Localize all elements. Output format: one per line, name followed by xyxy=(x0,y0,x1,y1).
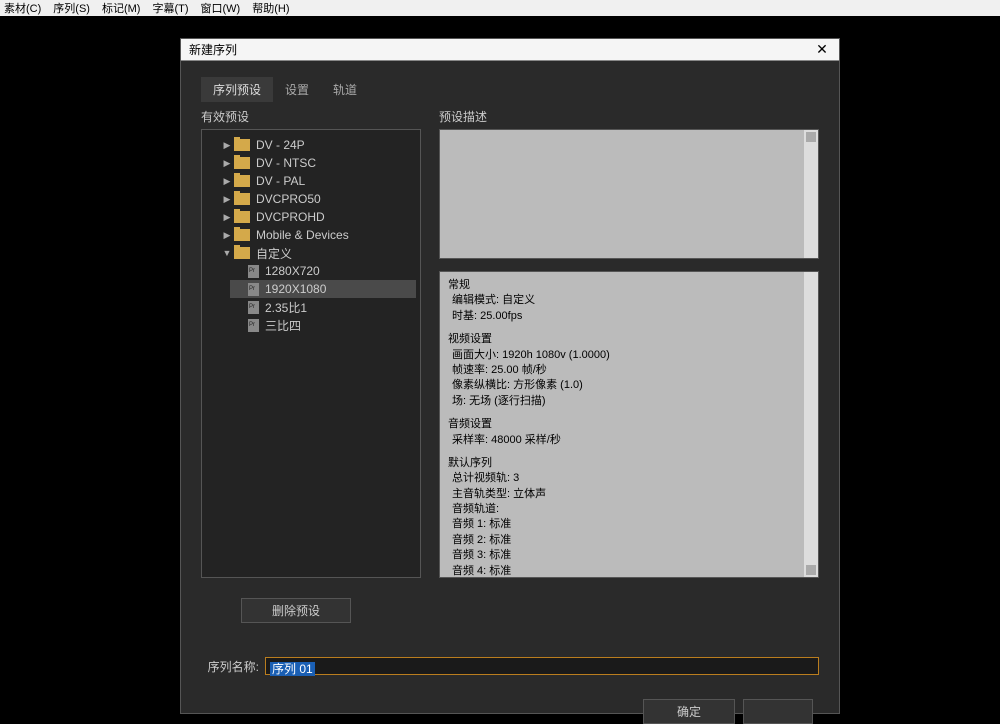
tree-folder[interactable]: ▶ DVCPROHD xyxy=(218,208,416,226)
presets-label: 有效预设 xyxy=(201,108,421,125)
sequence-name-input[interactable]: 序列 01 xyxy=(265,657,819,675)
presets-column: 有效预设 ▶ DV - 24P ▶ DV - NTSC ▶ DV - PAL ▶ DVC… xyxy=(201,108,421,578)
tree-item[interactable]: 2.35比1 xyxy=(230,298,416,316)
tab-settings[interactable]: 设置 xyxy=(273,77,321,102)
detail-line: 主音轨类型: 立体声 xyxy=(448,487,810,502)
detail-line: 音频 1: 标准 xyxy=(448,517,810,532)
tree-item[interactable]: 1280X720 xyxy=(230,262,416,280)
tree-label: DVCPRO50 xyxy=(256,192,321,206)
tree-label: 自定义 xyxy=(256,245,292,262)
tree-label: 1920X1080 xyxy=(265,282,326,296)
detail-line: 默认序列 xyxy=(448,456,810,471)
tree-folder[interactable]: ▶ DVCPRO50 xyxy=(218,190,416,208)
preset-file-icon xyxy=(248,283,259,296)
tree-item[interactable]: 三比四 xyxy=(230,316,416,334)
menu-marker[interactable]: 标记(M) xyxy=(102,0,141,16)
tree-folder[interactable]: ▶ DV - 24P xyxy=(218,136,416,154)
menu-window[interactable]: 窗口(W) xyxy=(201,0,241,16)
description-box xyxy=(439,129,819,259)
preset-file-icon xyxy=(248,301,259,314)
tree-label: 1280X720 xyxy=(265,264,320,278)
new-sequence-dialog: 新建序列 ✕ 序列预设 设置 轨道 有效预设 ▶ DV - 24P ▶ DV - N… xyxy=(180,38,840,714)
chevron-right-icon: ▶ xyxy=(222,194,232,205)
tree-label: Mobile & Devices xyxy=(256,228,349,242)
menu-sequence[interactable]: 序列(S) xyxy=(53,0,90,16)
menubar: 素材(C) 序列(S) 标记(M) 字幕(T) 窗口(W) 帮助(H) xyxy=(0,0,1000,16)
detail-line: 音频 4: 标准 xyxy=(448,564,810,578)
description-label: 预设描述 xyxy=(439,108,819,125)
cancel-button[interactable] xyxy=(743,699,813,724)
tree-item-selected[interactable]: 1920X1080 xyxy=(230,280,416,298)
ok-button[interactable]: 确定 xyxy=(643,699,735,724)
tree-label: DVCPROHD xyxy=(256,210,325,224)
tree-label: DV - NTSC xyxy=(256,156,316,170)
detail-line: 音频 3: 标准 xyxy=(448,548,810,563)
chevron-right-icon: ▶ xyxy=(222,140,232,151)
chevron-right-icon: ▶ xyxy=(222,158,232,169)
tree-label: DV - PAL xyxy=(256,174,305,188)
detail-line: 音频设置 xyxy=(448,417,810,432)
folder-icon xyxy=(234,193,250,205)
detail-box: 常规 编辑模式: 自定义 时基: 25.00fps 视频设置 画面大小: 192… xyxy=(439,271,819,578)
preset-tree[interactable]: ▶ DV - 24P ▶ DV - NTSC ▶ DV - PAL ▶ DVCPRO50… xyxy=(201,129,421,578)
preset-file-icon xyxy=(248,265,259,278)
scrollbar[interactable] xyxy=(804,130,818,258)
scrollbar[interactable] xyxy=(804,272,818,577)
sequence-name-row: 序列名称: 序列 01 xyxy=(201,657,819,675)
dialog-title: 新建序列 xyxy=(189,41,237,58)
folder-icon xyxy=(234,229,250,241)
description-column: 预设描述 常规 编辑模式: 自定义 时基: 25.00fps 视频设置 画面大小… xyxy=(439,108,819,578)
tree-label: 2.35比1 xyxy=(265,299,307,316)
chevron-right-icon: ▶ xyxy=(222,230,232,241)
chevron-right-icon: ▶ xyxy=(222,176,232,187)
tree-label: 三比四 xyxy=(265,317,301,334)
tree-folder-custom[interactable]: ▼ 自定义 xyxy=(218,244,416,262)
menu-clip[interactable]: 素材(C) xyxy=(4,0,41,16)
detail-line: 像素纵横比: 方形像素 (1.0) xyxy=(448,378,810,393)
detail-line: 总计视频轨: 3 xyxy=(448,471,810,486)
chevron-right-icon: ▶ xyxy=(222,212,232,223)
detail-line: 视频设置 xyxy=(448,332,810,347)
folder-icon xyxy=(234,247,250,259)
tree-label: DV - 24P xyxy=(256,138,305,152)
detail-line: 常规 xyxy=(448,278,810,293)
tree-folder[interactable]: ▶ DV - PAL xyxy=(218,172,416,190)
folder-icon xyxy=(234,211,250,223)
close-icon[interactable]: ✕ xyxy=(813,41,831,58)
preset-file-icon xyxy=(248,319,259,332)
dialog-footer: 确定 xyxy=(201,699,819,724)
delete-row: 删除预设 xyxy=(201,598,819,623)
detail-line: 画面大小: 1920h 1080v (1.0000) xyxy=(448,348,810,363)
detail-line: 场: 无场 (逐行扫描) xyxy=(448,394,810,409)
tree-folder[interactable]: ▶ DV - NTSC xyxy=(218,154,416,172)
columns: 有效预设 ▶ DV - 24P ▶ DV - NTSC ▶ DV - PAL ▶ DVC… xyxy=(201,108,819,578)
chevron-down-icon: ▼ xyxy=(222,248,232,258)
detail-line: 音频轨道: xyxy=(448,502,810,517)
sequence-name-label: 序列名称: xyxy=(201,658,259,675)
folder-icon xyxy=(234,139,250,151)
menu-title[interactable]: 字幕(T) xyxy=(152,0,188,16)
detail-line: 帧速率: 25.00 帧/秒 xyxy=(448,363,810,378)
dialog-titlebar: 新建序列 ✕ xyxy=(181,39,839,61)
detail-line: 时基: 25.00fps xyxy=(448,309,810,324)
menu-help[interactable]: 帮助(H) xyxy=(252,0,289,16)
detail-line: 采样率: 48000 采样/秒 xyxy=(448,433,810,448)
tabs: 序列预设 设置 轨道 xyxy=(201,77,819,102)
tab-tracks[interactable]: 轨道 xyxy=(321,77,369,102)
dialog-body: 序列预设 设置 轨道 有效预设 ▶ DV - 24P ▶ DV - NTSC ▶ DV… xyxy=(181,61,839,713)
detail-line: 编辑模式: 自定义 xyxy=(448,293,810,308)
detail-line: 音频 2: 标准 xyxy=(448,533,810,548)
tab-presets[interactable]: 序列预设 xyxy=(201,77,273,102)
folder-icon xyxy=(234,157,250,169)
delete-preset-button[interactable]: 删除预设 xyxy=(241,598,351,623)
folder-icon xyxy=(234,175,250,187)
tree-folder[interactable]: ▶ Mobile & Devices xyxy=(218,226,416,244)
